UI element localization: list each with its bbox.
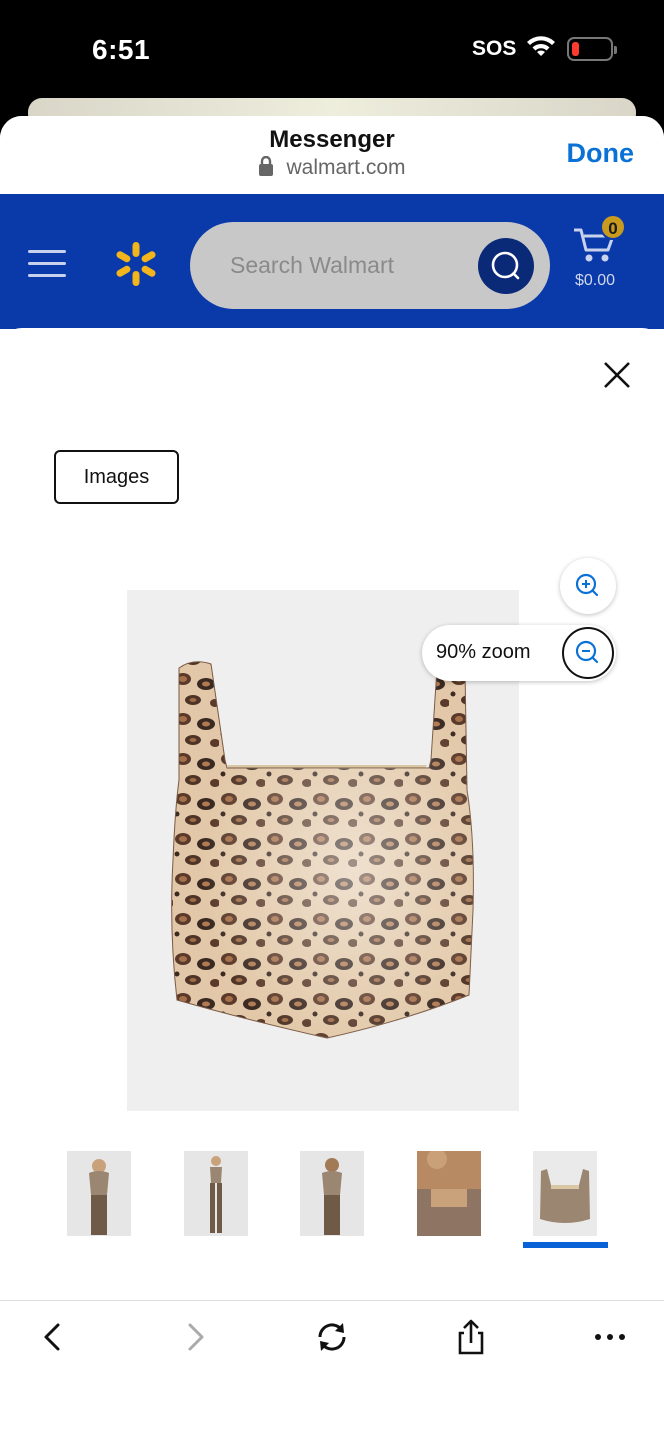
battery-icon (567, 37, 617, 61)
menu-icon[interactable] (28, 250, 66, 278)
lock-icon (259, 156, 274, 176)
selected-thumbnail-indicator (523, 1242, 608, 1248)
model-back-thumbnail[interactable] (300, 1151, 364, 1236)
zoom-in-button[interactable] (560, 558, 616, 614)
thumbnail-strip (0, 1151, 664, 1251)
back-icon[interactable] (28, 1317, 78, 1357)
browser-title: Messenger (269, 126, 395, 153)
zoom-level-text: 90% zoom (436, 641, 531, 663)
neckline-closeup-thumbnail[interactable] (417, 1151, 481, 1236)
search-icon (491, 251, 520, 280)
done-button[interactable]: Done (567, 138, 635, 169)
close-icon[interactable] (600, 358, 634, 392)
browser-url: walmart.com (0, 156, 664, 180)
wifi-icon (527, 36, 555, 56)
browser-url-text: walmart.com (286, 156, 406, 179)
model-full-thumbnail[interactable] (184, 1151, 248, 1236)
walmart-header: Search Walmart 0 $0.00 (0, 194, 664, 329)
reload-icon[interactable] (307, 1317, 357, 1357)
browser-header: Messenger walmart.com Done (0, 116, 664, 194)
browser-toolbar (0, 1300, 664, 1440)
status-bar: 6:51 SOS (0, 0, 664, 100)
zoom-out-button[interactable] (562, 627, 614, 679)
forward-icon[interactable] (170, 1317, 220, 1357)
product-flat-thumbnail[interactable] (533, 1151, 597, 1236)
search-button[interactable] (478, 238, 534, 294)
browser-sheet: Messenger walmart.com Done Search Walmar… (0, 116, 664, 1440)
image-viewer-modal: Images 90% zoom (0, 328, 664, 1440)
zoom-out-icon (575, 640, 599, 664)
search-placeholder: Search Walmart (230, 252, 395, 278)
status-carrier: SOS (472, 37, 517, 60)
tab-images[interactable]: Images (54, 450, 179, 504)
share-icon[interactable] (446, 1317, 496, 1357)
more-icon[interactable] (585, 1317, 635, 1357)
zoom-in-icon (575, 573, 599, 597)
status-time: 6:51 (92, 34, 151, 65)
cart-button[interactable]: 0 $0.00 (566, 214, 632, 294)
cart-total: $0.00 (575, 272, 616, 289)
walmart-spark-icon[interactable] (112, 240, 160, 288)
cart-count-badge: 0 (600, 214, 626, 240)
model-front-thumbnail[interactable] (67, 1151, 131, 1236)
search-input[interactable]: Search Walmart (190, 222, 550, 309)
